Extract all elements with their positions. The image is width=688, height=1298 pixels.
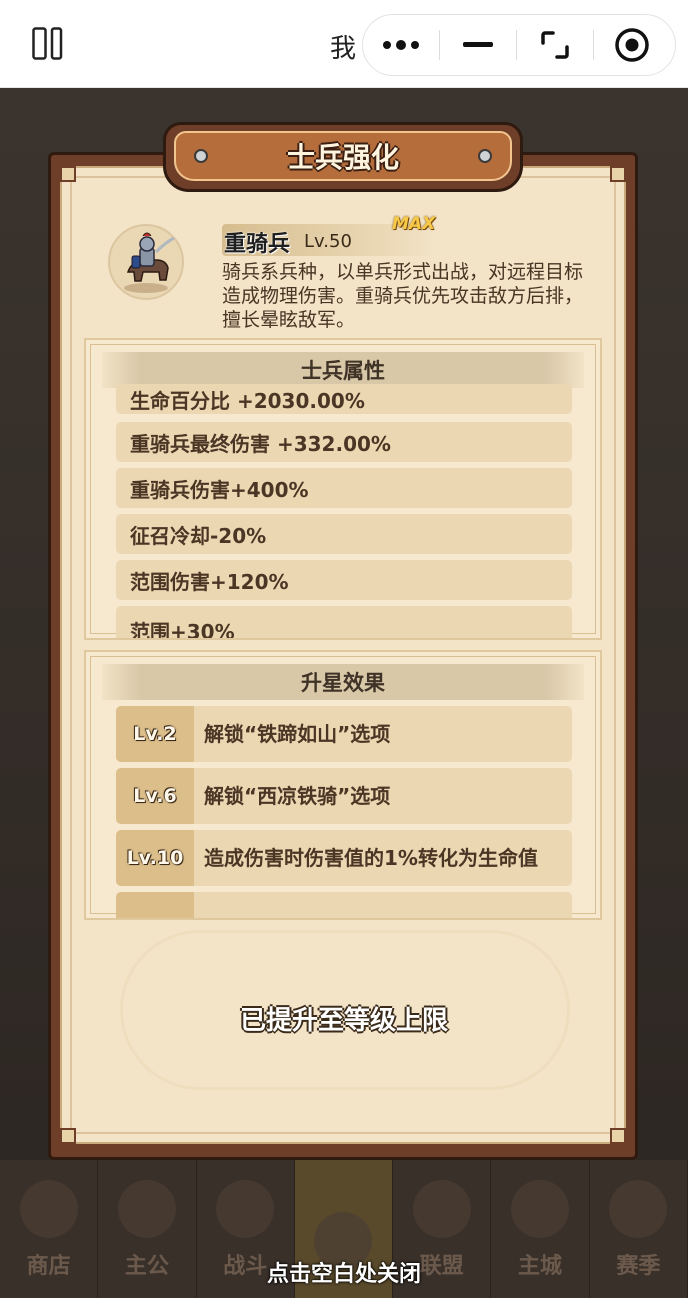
close-miniprogram-button[interactable] xyxy=(594,14,670,76)
record-icon xyxy=(615,28,649,62)
shop-icon xyxy=(19,1180,78,1238)
maxed-message: 已提升至等级上限 xyxy=(239,1006,448,1036)
unit-level: Lv.50 xyxy=(304,231,352,252)
restore-button[interactable] xyxy=(517,14,593,76)
attribute-row: 重骑兵伤害+400% xyxy=(116,468,572,508)
rivet-icon xyxy=(194,149,208,163)
alliance-icon xyxy=(412,1180,471,1238)
star-effect-text: 解锁“铁蹄如山”选项 xyxy=(204,722,391,746)
attributes-header: 士兵属性 xyxy=(102,352,584,388)
capsule-menu xyxy=(362,14,676,76)
star-effect-text: 解锁“西凉铁骑”选项 xyxy=(204,784,391,808)
close-hint[interactable]: 点击空白处关闭 xyxy=(0,1256,688,1288)
topbar-title: 我 xyxy=(330,34,357,64)
star-effects-header: 升星效果 xyxy=(102,664,584,700)
lord-icon xyxy=(117,1180,176,1238)
attribute-row: 生命百分比 +2030.00% xyxy=(116,384,572,414)
heavy-cavalry-icon xyxy=(124,232,175,293)
more-button[interactable] xyxy=(363,14,439,76)
attribute-row: 范围伤害+120% xyxy=(116,560,572,600)
season-icon xyxy=(609,1180,668,1238)
star-level-label xyxy=(116,892,194,918)
attribute-row: 重骑兵最终伤害 +332.00% xyxy=(116,422,572,462)
star-level-label: Lv.2 xyxy=(116,706,194,762)
minimize-icon xyxy=(463,42,493,47)
battle-icon xyxy=(216,1180,275,1238)
unit-description: 骑兵系兵种，以单兵形式出战，对远程目标造成物理伤害。重骑兵优先攻击敌方后排，擅长… xyxy=(222,261,584,331)
attribute-row: 范围+30% xyxy=(116,606,572,638)
max-badge: MAX xyxy=(392,214,436,234)
star-effect-row: Lv.10 造成伤害时伤害值的1%转化为生命值 xyxy=(116,830,572,886)
star-level-label: Lv.10 xyxy=(116,830,194,886)
city-icon xyxy=(511,1180,570,1238)
star-level-label: Lv.6 xyxy=(116,768,194,824)
frame-corner xyxy=(60,166,76,182)
title-banner-inner: 士兵强化 xyxy=(174,131,512,181)
attributes-panel[interactable]: 士兵属性 生命百分比 +2030.00% 重骑兵最终伤害 +332.00% 重骑… xyxy=(84,338,602,640)
star-effects-panel[interactable]: 升星效果 Lv.2 解锁“铁蹄如山”选项 Lv.6 解锁“西凉铁骑”选项 Lv.… xyxy=(84,650,602,920)
star-effect-row xyxy=(116,892,572,918)
star-effect-text: 造成伤害时伤害值的1%转化为生命值 xyxy=(204,846,538,870)
modal-title: 士兵强化 xyxy=(286,141,399,174)
attribute-row: 征召冷却-20% xyxy=(116,514,572,554)
rivet-icon xyxy=(478,149,492,163)
title-banner: 士兵强化 xyxy=(163,122,523,192)
mini-program-topbar: 我 xyxy=(0,0,688,88)
restore-icon xyxy=(541,31,569,59)
more-icon xyxy=(383,40,419,50)
star-effect-row: Lv.6 解锁“西凉铁骑”选项 xyxy=(116,768,572,824)
star-effect-row: Lv.2 解锁“铁蹄如山”选项 xyxy=(116,706,572,762)
minimize-button[interactable] xyxy=(440,14,516,76)
unit-avatar xyxy=(108,224,184,300)
frame-corner xyxy=(60,1128,76,1144)
unit-name: 重骑兵 xyxy=(224,232,291,257)
frame-corner xyxy=(610,1128,626,1144)
sidebar-icon[interactable] xyxy=(32,27,63,60)
frame-corner xyxy=(610,166,626,182)
